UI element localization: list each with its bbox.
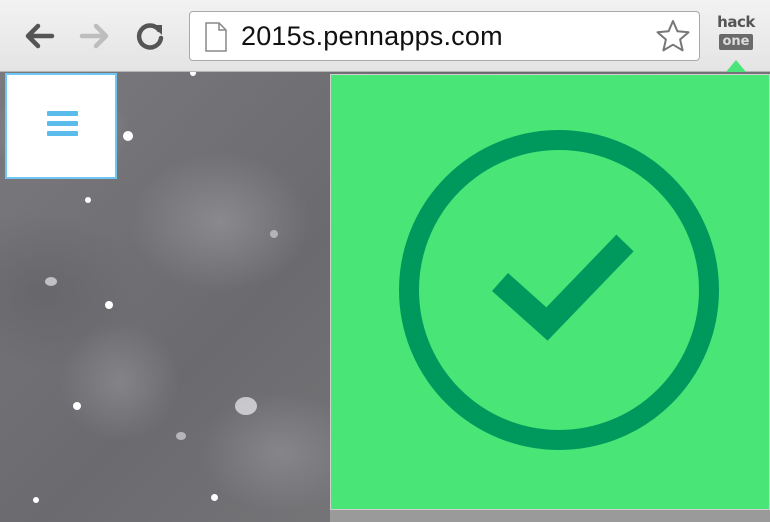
browser-toolbar: 2015s.pennapps.com hack one <box>0 0 770 72</box>
snowflake <box>211 494 218 501</box>
menu-button[interactable] <box>5 73 117 179</box>
hackerone-extension-button[interactable]: hack one <box>712 14 760 58</box>
snowflake <box>73 402 81 410</box>
snowflake <box>190 72 196 76</box>
extension-popup <box>330 74 770 510</box>
star-icon[interactable] <box>655 18 691 54</box>
snowflake <box>85 197 91 203</box>
snowflake <box>123 131 133 141</box>
address-bar[interactable]: 2015s.pennapps.com <box>189 11 700 61</box>
snowflake <box>270 230 278 238</box>
reload-icon[interactable] <box>130 16 170 56</box>
back-arrow-icon[interactable] <box>20 16 60 56</box>
page-icon <box>205 22 227 52</box>
url-text: 2015s.pennapps.com <box>241 21 503 51</box>
forward-arrow-icon[interactable] <box>74 16 114 56</box>
page-background-strip <box>330 510 770 522</box>
snowflake <box>235 397 257 415</box>
extension-label-bottom: one <box>719 34 753 50</box>
popup-pointer <box>726 60 746 72</box>
extension-label-top: hack <box>717 13 755 31</box>
check-circle-icon <box>399 130 719 450</box>
snowflake <box>33 497 39 503</box>
snowflake <box>45 277 57 286</box>
snowflake <box>176 432 186 440</box>
snowflake <box>105 301 113 309</box>
